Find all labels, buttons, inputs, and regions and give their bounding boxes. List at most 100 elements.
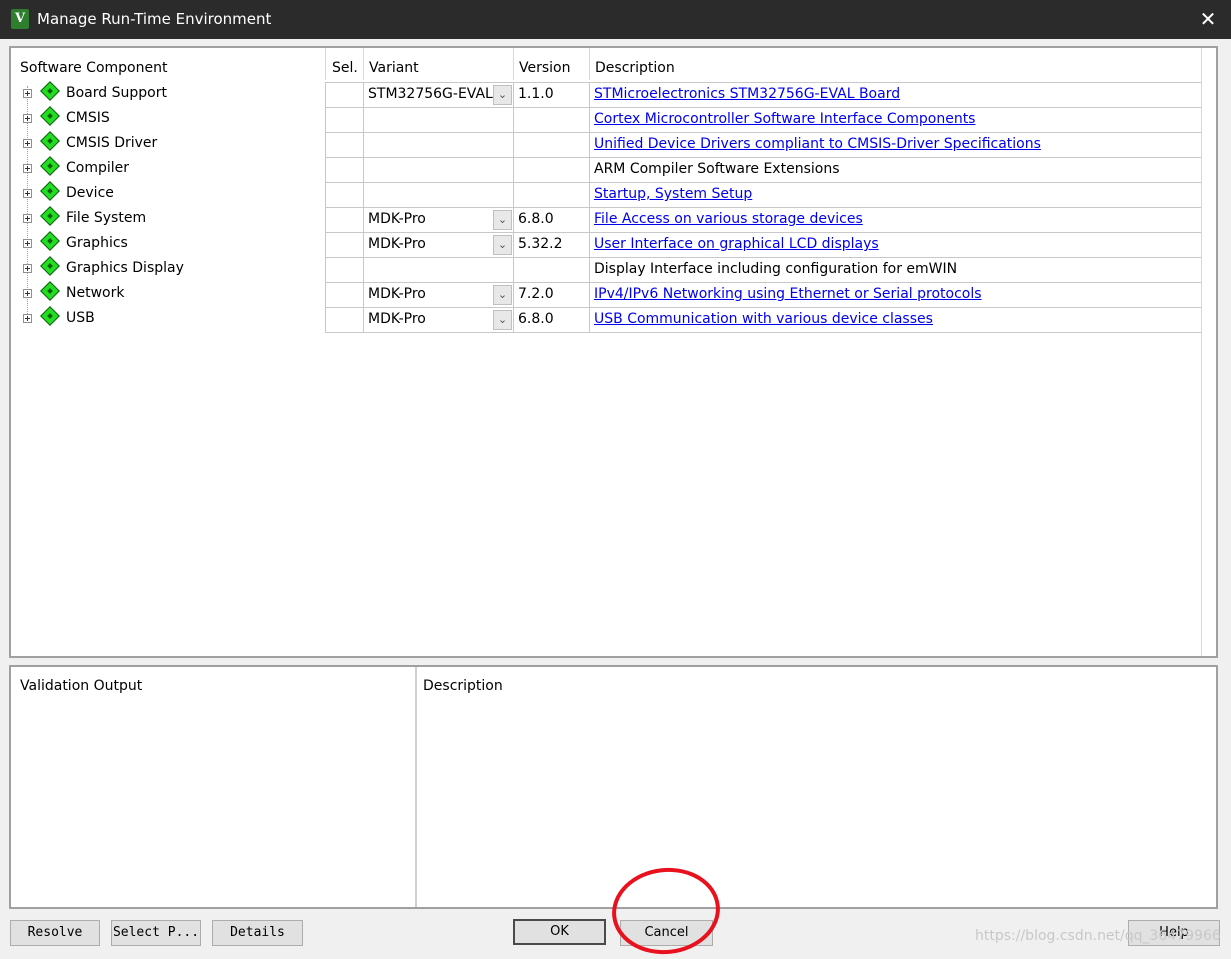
chevron-down-icon[interactable]: ⌄ (493, 285, 512, 305)
description-cell[interactable]: IPv4/IPv6 Networking using Ethernet or S… (589, 283, 1214, 307)
tree-item[interactable]: CMSIS Driver (19, 131, 319, 157)
expand-icon[interactable] (23, 239, 32, 248)
sel-cell[interactable] (325, 208, 363, 232)
app-icon: V (11, 9, 29, 29)
expand-icon[interactable] (23, 139, 32, 148)
sel-cell[interactable] (325, 283, 363, 307)
version-cell: 7.2.0 (513, 283, 589, 307)
chevron-down-icon[interactable]: ⌄ (493, 310, 512, 330)
tree-item[interactable]: Graphics (19, 231, 319, 257)
tree-item[interactable]: Board Support (19, 81, 319, 107)
description-cell: ARM Compiler Software Extensions (589, 158, 1214, 182)
details-button[interactable]: Details (212, 920, 303, 946)
variant-cell[interactable] (363, 183, 513, 207)
variant-cell[interactable] (363, 258, 513, 282)
window-title: Manage Run-Time Environment (37, 10, 272, 28)
description-link[interactable]: File Access on various storage devices (594, 211, 863, 227)
vertical-scrollbar[interactable] (1201, 48, 1216, 656)
description-cell[interactable]: Unified Device Drivers compliant to CMSI… (589, 133, 1214, 157)
description-cell[interactable]: User Interface on graphical LCD displays (589, 233, 1214, 257)
description-link[interactable]: IPv4/IPv6 Networking using Ethernet or S… (594, 286, 982, 302)
variant-value: MDK-Pro (368, 211, 426, 227)
sel-cell[interactable] (325, 233, 363, 257)
variant-cell[interactable]: MDK-Pro ⌄ (363, 283, 513, 307)
variant-value: MDK-Pro (368, 286, 426, 302)
tree-item[interactable]: Network (19, 281, 319, 307)
tree-item[interactable]: CMSIS (19, 106, 319, 132)
variant-cell[interactable]: MDK-Pro ⌄ (363, 233, 513, 257)
column-header-component[interactable]: Software Component (20, 59, 167, 79)
column-header-version[interactable]: Version (519, 59, 570, 79)
version-cell (513, 258, 589, 282)
version-cell (513, 158, 589, 182)
watermark: https://blog.csdn.net/qq_36479966 (975, 928, 1221, 944)
description-cell[interactable]: STMicroelectronics STM32756G-EVAL Board (589, 83, 1214, 107)
tree-item[interactable]: Graphics Display (19, 256, 319, 282)
column-divider (513, 48, 514, 80)
column-header-sel[interactable]: Sel. (332, 59, 358, 79)
variant-cell[interactable]: MDK-Pro ⌄ (363, 308, 513, 332)
column-divider (325, 48, 326, 80)
expand-icon[interactable] (23, 289, 32, 298)
sel-cell[interactable] (325, 83, 363, 107)
expand-icon[interactable] (23, 264, 32, 273)
description-link[interactable]: USB Communication with various device cl… (594, 311, 933, 327)
validation-output-header: Validation Output (20, 678, 143, 694)
component-class-icon (40, 81, 60, 101)
tree-item[interactable]: Compiler (19, 156, 319, 182)
chevron-down-icon[interactable]: ⌄ (493, 85, 512, 105)
expand-icon[interactable] (23, 314, 32, 323)
component-name: USB (66, 310, 95, 326)
chevron-down-icon[interactable]: ⌄ (493, 210, 512, 230)
tree-item[interactable]: Device (19, 181, 319, 207)
component-class-icon (40, 281, 60, 301)
ok-button[interactable]: OK (513, 919, 606, 945)
variant-value: STM32756G-EVAL (368, 86, 493, 102)
resolve-button[interactable]: Resolve (10, 920, 100, 946)
variant-cell[interactable]: MDK-Pro ⌄ (363, 208, 513, 232)
table-row: Display Interface including configuratio… (325, 258, 1214, 283)
validation-splitter[interactable] (415, 667, 417, 907)
tree-item[interactable]: USB (19, 306, 319, 332)
description-link[interactable]: Cortex Microcontroller Software Interfac… (594, 111, 975, 127)
expand-icon[interactable] (23, 189, 32, 198)
version-cell (513, 183, 589, 207)
description-cell[interactable]: Cortex Microcontroller Software Interfac… (589, 108, 1214, 132)
sel-cell[interactable] (325, 158, 363, 182)
chevron-down-icon[interactable]: ⌄ (493, 235, 512, 255)
sel-cell[interactable] (325, 258, 363, 282)
version-cell (513, 108, 589, 132)
description-cell[interactable]: Startup, System Setup (589, 183, 1214, 207)
expand-icon[interactable] (23, 89, 32, 98)
component-class-icon (40, 156, 60, 176)
close-button[interactable]: ✕ (1185, 0, 1231, 39)
description-link[interactable]: User Interface on graphical LCD displays (594, 236, 879, 252)
description-cell[interactable]: USB Communication with various device cl… (589, 308, 1214, 332)
component-class-icon (40, 231, 60, 251)
variant-cell[interactable] (363, 158, 513, 182)
select-packs-button[interactable]: Select P... (111, 920, 201, 946)
sel-cell[interactable] (325, 308, 363, 332)
validation-panel: Validation Output Description (9, 665, 1218, 909)
variant-cell[interactable] (363, 133, 513, 157)
description-link[interactable]: Unified Device Drivers compliant to CMSI… (594, 136, 1041, 152)
sel-cell[interactable] (325, 183, 363, 207)
tree-item[interactable]: File System (19, 206, 319, 232)
description-link[interactable]: Startup, System Setup (594, 186, 752, 202)
table-row: Startup, System Setup (325, 183, 1214, 208)
column-header-description[interactable]: Description (595, 59, 675, 79)
variant-cell[interactable]: STM32756G-EVAL ⌄ (363, 83, 513, 107)
sel-cell[interactable] (325, 133, 363, 157)
variant-value: MDK-Pro (368, 236, 426, 252)
expand-icon[interactable] (23, 164, 32, 173)
expand-icon[interactable] (23, 214, 32, 223)
description-link[interactable]: STMicroelectronics STM32756G-EVAL Board (594, 86, 900, 102)
expand-icon[interactable] (23, 114, 32, 123)
description-cell[interactable]: File Access on various storage devices (589, 208, 1214, 232)
variant-cell[interactable] (363, 108, 513, 132)
column-header-variant[interactable]: Variant (369, 59, 419, 79)
table-row: Cortex Microcontroller Software Interfac… (325, 108, 1214, 133)
sel-cell[interactable] (325, 108, 363, 132)
component-name: Graphics Display (66, 260, 184, 276)
table-row: Unified Device Drivers compliant to CMSI… (325, 133, 1214, 158)
